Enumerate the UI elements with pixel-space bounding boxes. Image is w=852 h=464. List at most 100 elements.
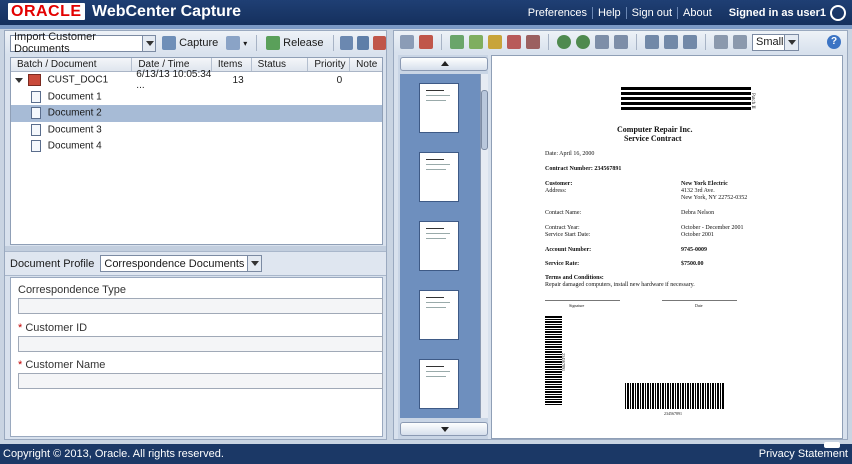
document-row-selected[interactable]: Document 2 (11, 105, 382, 122)
document-cell: Document 4 (11, 140, 102, 153)
release-button[interactable]: Release (264, 36, 325, 50)
metadata-form: Correspondence Type * Customer ID * Cust… (10, 277, 383, 437)
doc-date: Date: April 16, 2000 (545, 151, 595, 157)
date-line (662, 300, 737, 301)
toolbar-divider (441, 34, 442, 50)
page-thumbnail[interactable] (419, 152, 459, 202)
customer-name-field[interactable] (18, 373, 383, 389)
document-name: Document 4 (47, 140, 102, 152)
doc-addr2: New York, NY 22752-0352 (681, 195, 748, 201)
dropdown-arrow-icon: ▾ (243, 38, 248, 48)
page-thumbnail[interactable] (419, 83, 459, 133)
rotate-left-icon[interactable] (645, 35, 659, 49)
batch-toolbar: Import Customer Documents Capture ▾ Rele… (5, 31, 386, 55)
edit-icon[interactable] (400, 35, 414, 49)
release-label: Release (283, 37, 324, 49)
flip-icon[interactable] (683, 35, 697, 49)
col-note[interactable]: Note (350, 58, 382, 71)
chevron-down-icon[interactable] (142, 35, 156, 51)
client-profile-select[interactable]: Import Customer Documents (10, 31, 157, 55)
oracle-logo: ORACLE (8, 3, 85, 21)
document-cell: Document 3 (11, 123, 102, 136)
zoom-size-select[interactable]: Small (752, 33, 799, 51)
batch-icon (27, 74, 41, 87)
client-profile-value: Import Customer Documents (14, 31, 96, 55)
preferences-link[interactable]: Preferences (523, 7, 592, 19)
signed-in-label: Signed in as user1 (728, 6, 826, 19)
thumbnails-toggle-icon[interactable] (733, 35, 747, 49)
document-row[interactable]: Document 3 (11, 122, 382, 139)
zoom-out-icon[interactable] (576, 35, 590, 49)
col-batch-document[interactable]: Batch / Document (11, 58, 133, 71)
rotate-right-icon[interactable] (664, 35, 678, 49)
page-thumbnail[interactable] (419, 221, 459, 271)
document-profile-select[interactable]: Correspondence Documents (100, 255, 263, 272)
doc-customer-label: Customer: (545, 181, 573, 187)
thumbnail-panel (398, 55, 488, 439)
page-thumbnail[interactable] (419, 359, 459, 409)
batch-name: CUST_DOC1 (47, 74, 109, 86)
delete-page-icon[interactable] (419, 35, 433, 49)
help-icon[interactable]: ? (827, 35, 841, 49)
col-items[interactable]: Items (212, 58, 252, 71)
help-link[interactable]: Help (592, 6, 626, 19)
fit-height-icon[interactable] (614, 35, 628, 49)
split-document-icon[interactable] (526, 35, 540, 49)
arrow-down-icon (441, 427, 449, 436)
doc-start-value: October 2001 (681, 232, 714, 238)
new-batch-icon[interactable] (340, 36, 353, 50)
user-icon[interactable] (830, 4, 846, 21)
correspondence-type-label: Correspondence Type (18, 284, 127, 296)
toolbar-divider (332, 35, 334, 51)
capture-button[interactable]: Capture (160, 36, 220, 50)
toolbar-divider (636, 34, 637, 50)
print-icon[interactable] (714, 35, 728, 49)
horizontal-barcode (625, 383, 725, 409)
scanner-icon (162, 36, 177, 50)
thumbnail-scroll-down-button[interactable] (400, 422, 488, 436)
doc-addr1: 4132 3rd Ave. (681, 188, 715, 194)
lock-batch-icon[interactable] (356, 36, 370, 50)
chevron-down-icon[interactable] (784, 34, 798, 50)
sign-out-link[interactable]: Sign out (625, 6, 677, 19)
col-priority[interactable]: Priority (308, 58, 351, 71)
fit-width-icon[interactable] (595, 35, 609, 49)
scrollbar-thumb[interactable] (481, 90, 488, 150)
insert-page-icon[interactable] (450, 35, 464, 49)
batch-priority: 0 (336, 74, 343, 86)
zoom-in-icon[interactable] (557, 35, 571, 49)
customer-id-field[interactable] (18, 336, 383, 352)
document-row[interactable]: Document 4 (11, 138, 382, 155)
page-thumbnail[interactable] (419, 290, 459, 340)
doc-signature-label: Signature (569, 303, 585, 308)
capture-options-button[interactable]: ▾ (224, 36, 249, 50)
delete-batch-icon[interactable] (373, 36, 386, 50)
signature-line (545, 300, 620, 301)
chevron-down-icon[interactable] (247, 256, 262, 271)
customer-name-label: * Customer Name (18, 359, 106, 371)
batch-table: Batch / Document Date / Time Items Statu… (10, 57, 383, 245)
doc-terms-label: Terms and Conditions: (545, 275, 604, 281)
append-page-icon[interactable] (469, 35, 483, 49)
col-status[interactable]: Status (252, 58, 309, 71)
about-link[interactable]: About (677, 6, 717, 19)
header-stripe (0, 25, 852, 29)
batch-row[interactable]: CUST_DOC1 6/13/13 10:05:34 ... 13 0 (11, 69, 382, 91)
thumbnail-scroll-up-button[interactable] (400, 57, 488, 71)
patch-code-bars (621, 87, 751, 115)
document-profile-value: Correspondence Documents (104, 257, 245, 270)
app-title: WebCenter Capture (92, 3, 242, 20)
app-header: ORACLE WebCenter Capture Preferences Hel… (0, 0, 852, 25)
thumbnail-scrollbar[interactable] (480, 74, 488, 418)
correspondence-type-field[interactable] (18, 298, 383, 314)
privacy-statement-link[interactable]: Privacy Statement (759, 448, 848, 460)
vertical-barcode-number: 234567891 (561, 353, 566, 371)
doc-account-value: 9745-0009 (681, 247, 707, 253)
document-image-viewer[interactable]: Patch II Computer Repair Inc. Service Co… (491, 55, 843, 439)
doc-contract-number: Contract Number: 234567891 (545, 166, 622, 172)
arrow-up-icon (441, 57, 449, 66)
remove-page-icon[interactable] (507, 35, 521, 49)
document-icon (31, 90, 41, 103)
expand-toggle-icon[interactable] (15, 77, 23, 87)
replace-page-icon[interactable] (488, 35, 502, 49)
